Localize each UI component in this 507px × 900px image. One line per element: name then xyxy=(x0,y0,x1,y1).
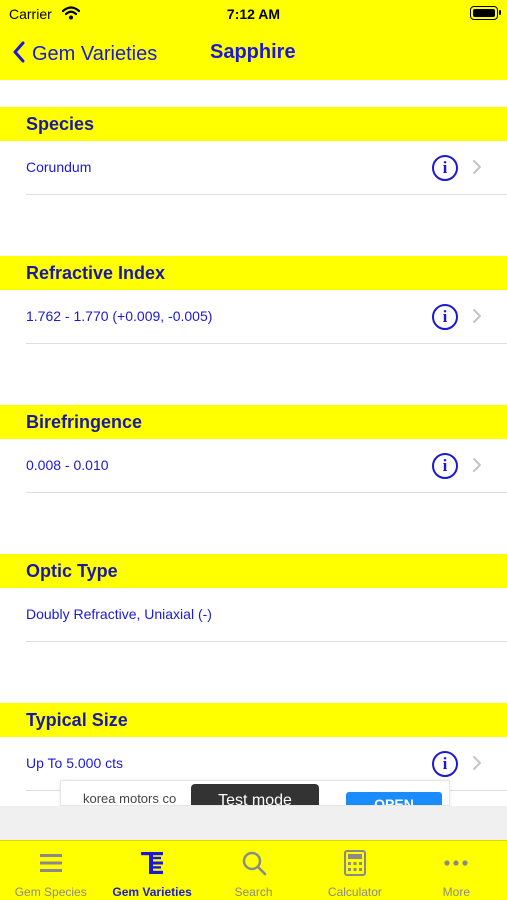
section-species: Species Corundum i xyxy=(0,107,507,195)
section-birefringence: Birefringence 0.008 - 0.010 i xyxy=(0,405,507,493)
back-button-label: Gem Varieties xyxy=(32,42,158,65)
search-icon xyxy=(241,850,267,881)
list-item[interactable]: 1.762 - 1.770 (+0.009, -0.005) i xyxy=(26,290,507,344)
navigation-bar: Gem Varieties Sapphire xyxy=(0,28,507,80)
ad-banner[interactable]: korea motors co Test mode OPEN xyxy=(60,780,450,806)
info-icon[interactable]: i xyxy=(432,751,458,777)
row-value: Doubly Refractive, Uniaxial (-) xyxy=(26,606,212,622)
page-title: Sapphire xyxy=(210,41,296,63)
chevron-right-icon xyxy=(472,308,482,329)
row-value: 1.762 - 1.770 (+0.009, -0.005) xyxy=(26,308,213,324)
detail-list[interactable]: Species Corundum i Refractive Index 1.76… xyxy=(0,80,507,806)
tab-gem-varieties[interactable]: Gem Varieties xyxy=(101,841,202,900)
section-header: Birefringence xyxy=(0,405,507,439)
tab-label: Gem Species xyxy=(14,885,87,899)
info-icon[interactable]: i xyxy=(432,155,458,181)
row-value: 0.008 - 0.010 xyxy=(26,457,109,473)
list-item[interactable]: 0.008 - 0.010 i xyxy=(26,439,507,493)
status-bar: Carrier 7:12 AM xyxy=(0,0,507,28)
calculator-icon xyxy=(342,850,368,881)
ad-test-mode-label: Test mode xyxy=(191,784,319,805)
ad-open-button[interactable]: OPEN xyxy=(346,792,442,805)
battery-icon xyxy=(470,6,501,20)
row-value: Up To 5.000 cts xyxy=(26,755,124,771)
info-icon[interactable]: i xyxy=(432,453,458,479)
tab-label: Gem Varieties xyxy=(112,885,192,899)
section-typical-size: Typical Size Up To 5.000 cts i xyxy=(0,703,507,791)
tab-search[interactable]: Search xyxy=(203,841,304,900)
chevron-right-icon xyxy=(472,755,482,776)
list-item: Doubly Refractive, Uniaxial (-) xyxy=(26,588,507,642)
row-value: Corundum xyxy=(26,159,92,175)
section-header: Species xyxy=(0,107,507,141)
back-button[interactable]: Gem Varieties xyxy=(12,40,157,68)
section-header: Refractive Index xyxy=(0,256,507,290)
info-icon[interactable]: i xyxy=(432,304,458,330)
tab-label: Search xyxy=(234,885,273,899)
list-item[interactable]: Corundum i xyxy=(26,141,507,195)
section-optic-type: Optic Type Doubly Refractive, Uniaxial (… xyxy=(0,554,507,642)
list-icon xyxy=(38,850,64,881)
tab-gem-species[interactable]: Gem Species xyxy=(0,841,101,900)
status-time: 7:12 AM xyxy=(226,6,281,22)
ad-container-background xyxy=(0,806,507,840)
more-icon xyxy=(442,850,470,881)
ad-text: korea motors co xyxy=(83,791,177,806)
tab-label: Calculator xyxy=(327,885,382,899)
section-header: Typical Size xyxy=(0,703,507,737)
tab-calculator[interactable]: Calculator xyxy=(304,841,405,900)
section-header: Optic Type xyxy=(0,554,507,588)
chevron-right-icon xyxy=(472,457,482,478)
section-refractive-index: Refractive Index 1.762 - 1.770 (+0.009, … xyxy=(0,256,507,344)
tab-label: More xyxy=(442,885,470,899)
chevron-right-icon xyxy=(472,159,482,180)
varieties-icon xyxy=(139,850,165,881)
tab-bar: Gem Species Gem Varieties Search Calcula… xyxy=(0,840,507,900)
tab-more[interactable]: More xyxy=(406,841,507,900)
chevron-left-icon xyxy=(12,41,26,68)
